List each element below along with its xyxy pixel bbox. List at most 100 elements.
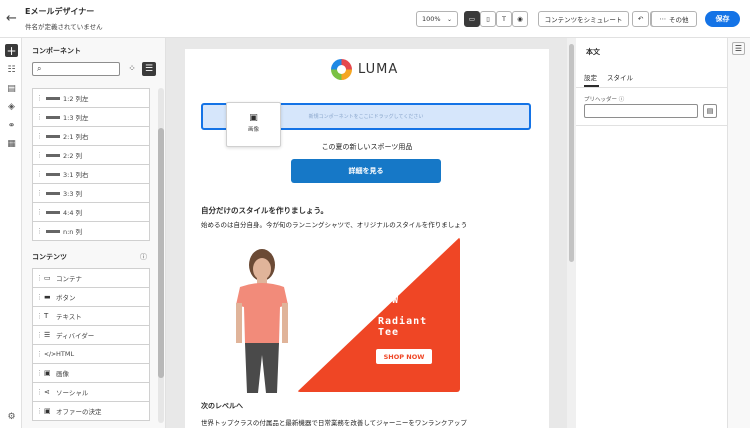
email-paragraph-2[interactable]: 世界トップクラスの付属品と最新機器で日常業務を改善してジャーニーをワンランクアッ… <box>201 417 467 427</box>
structure-list: ⋮ 1:2 列左 ⋮ 1:3 列左 ⋮ 2:1 列右 ⋮ 2:2 列 ⋮ 3:1 列右 ⋮… <box>32 88 150 241</box>
more-icon: ⋯ <box>659 15 667 23</box>
hero-text: NEW Radiant Tee <box>378 295 427 338</box>
assets-icon[interactable]: ▤ <box>5 82 18 95</box>
structure-item[interactable]: ⋮ 2:2 列 <box>32 146 150 165</box>
structure-item[interactable]: ⋮ 4:4 列 <box>32 203 150 222</box>
tab-settings[interactable]: 設定 <box>584 72 597 82</box>
tab-divider <box>576 87 728 88</box>
email-paragraph[interactable]: 始めるのは自分自身。今が旬のランニングシャツで、オリジナルのスタイルを作りましょ… <box>201 219 467 229</box>
email-canvas: LUMA 新規コンポーネントをここにドラッグしてください ▣ 画像 この夏の新し… <box>166 38 576 428</box>
email-body[interactable]: LUMA 新規コンポーネントをここにドラッグしてください ▣ 画像 この夏の新し… <box>185 49 549 428</box>
grid-view-toggle[interactable]: ⁘ <box>125 62 139 76</box>
search-input[interactable]: ⌕ <box>32 62 120 76</box>
cta-button[interactable]: 詳細を見る <box>291 159 441 183</box>
settings-icon[interactable]: ⚙ <box>5 410 18 423</box>
eye-icon: ◉ <box>517 15 523 23</box>
save-button[interactable]: 保存 <box>705 11 740 27</box>
structure-preview-icon <box>46 115 60 119</box>
structure-preview-icon <box>46 153 60 157</box>
preheader-input[interactable] <box>584 104 698 118</box>
content-item-html[interactable]: ⋮ </> HTML <box>32 345 150 364</box>
email-heading-2[interactable]: 次のレベルへ <box>201 401 243 411</box>
structure-item[interactable]: ⋮ 2:1 列右 <box>32 127 150 146</box>
content-item-divider[interactable]: ⋮ ☰ ディバイダー <box>32 326 150 345</box>
components-title: コンポーネント <box>32 47 81 55</box>
structure-preview-icon <box>46 191 60 195</box>
personalize-button[interactable]: ▤ <box>703 104 717 118</box>
content-item-container[interactable]: ⋮ ▭ コンテナ <box>32 269 150 288</box>
structure-preview-icon <box>46 96 60 100</box>
scrollbar-thumb[interactable] <box>158 128 164 378</box>
drag-handle-icon: ⋮ <box>36 113 43 121</box>
drag-handle-icon: ⋮ <box>36 170 43 178</box>
back-arrow-icon[interactable]: ← <box>6 11 17 26</box>
add-components-icon[interactable]: + <box>5 44 18 58</box>
hero-image[interactable]: NEW Radiant Tee SHOP NOW <box>222 237 462 395</box>
email-headline[interactable]: この夏の新しいスポーツ用品 <box>185 142 549 152</box>
more-label: その他 <box>669 16 689 24</box>
link-icon[interactable]: ⚭ <box>5 119 18 132</box>
right-tool-rail: ☰ <box>728 38 750 428</box>
drag-handle-icon: ⋮ <box>36 388 43 396</box>
drag-handle-icon: ⋮ <box>36 312 43 320</box>
desktop-view-button[interactable]: ▭ <box>464 11 480 27</box>
info-icon[interactable]: ⓘ <box>140 252 147 262</box>
drag-ghost-image[interactable]: ▣ 画像 <box>226 102 281 147</box>
email-heading[interactable]: 自分だけのスタイルを作りましょう。 <box>201 205 328 216</box>
hero-tee: Tee <box>378 327 400 338</box>
content-item-button[interactable]: ⋮ ▬ ボタン <box>32 288 150 307</box>
preheader-label: プリヘッダー ⓘ <box>584 97 625 103</box>
fragment-icon[interactable]: ▦ <box>5 137 18 150</box>
html-icon: </> <box>44 350 57 358</box>
desktop-icon: ▭ <box>468 15 476 23</box>
undo-button[interactable]: ↶ <box>632 11 649 27</box>
drag-handle-icon: ⋮ <box>36 331 43 339</box>
layers-icon[interactable]: ☷ <box>5 63 18 76</box>
scrollbar-thumb[interactable] <box>569 44 574 262</box>
luma-logo-icon <box>331 59 352 80</box>
luma-logo[interactable]: LUMA <box>331 59 398 80</box>
container-icon: ▭ <box>44 274 51 282</box>
drag-handle-icon: ⋮ <box>36 151 43 159</box>
canvas-scrollbar[interactable] <box>567 38 576 428</box>
more-button[interactable]: ⋯ その他 <box>651 11 697 27</box>
social-icon: ⋖ <box>44 388 50 396</box>
simulate-content-button[interactable]: コンテンツをシミュレート <box>538 11 629 27</box>
tab-style[interactable]: スタイル <box>607 72 633 82</box>
drag-handle-icon: ⋮ <box>36 274 43 282</box>
model-figure <box>236 249 288 393</box>
page-title: Eメールデザイナー <box>25 7 95 16</box>
text-icon: T <box>502 15 506 23</box>
content-item-offer[interactable]: ⋮ ▣ オファーの決定 <box>32 402 150 421</box>
mobile-view-button[interactable]: ▯ <box>480 11 496 27</box>
structure-item[interactable]: ⋮ 3:1 列右 <box>32 165 150 184</box>
drag-handle-icon: ⋮ <box>36 293 43 301</box>
shop-now-button[interactable]: SHOP NOW <box>376 349 432 364</box>
structure-item[interactable]: ⋮ 1:3 列左 <box>32 108 150 127</box>
drag-handle-icon: ⋮ <box>36 227 43 235</box>
drag-handle-icon: ⋮ <box>36 407 43 415</box>
panel-scrollbar[interactable] <box>158 88 164 423</box>
structure-item[interactable]: ⋮ 3:3 列 <box>32 184 150 203</box>
logo-text: LUMA <box>358 62 399 77</box>
drag-handle-icon: ⋮ <box>36 94 43 102</box>
preview-button[interactable]: ◉ <box>512 11 528 27</box>
zoom-select[interactable]: 100% ⌄ <box>416 11 458 27</box>
structure-item[interactable]: ⋮ 1:2 列左 <box>32 89 150 108</box>
drag-handle-icon: ⋮ <box>36 208 43 216</box>
properties-toggle-icon[interactable]: ☰ <box>732 42 745 55</box>
image-icon: ▣ <box>44 369 51 377</box>
stack-icon[interactable]: ◈ <box>5 100 18 113</box>
text-view-button[interactable]: T <box>496 11 512 27</box>
content-section-title: コンテンツ <box>32 253 67 261</box>
structure-preview-icon <box>46 229 60 233</box>
structure-item[interactable]: ⋮ n:n 列 <box>32 222 150 241</box>
drag-handle-icon: ⋮ <box>36 132 43 140</box>
info-icon[interactable]: ⓘ <box>619 97 625 103</box>
image-icon: ▣ <box>249 113 258 123</box>
list-view-toggle[interactable]: ☰ <box>142 62 156 76</box>
content-item-image[interactable]: ⋮ ▣ 画像 <box>32 364 150 383</box>
mobile-icon: ▯ <box>486 15 490 23</box>
content-item-text[interactable]: ⋮ T テキスト <box>32 307 150 326</box>
content-item-social[interactable]: ⋮ ⋖ ソーシャル <box>32 383 150 402</box>
